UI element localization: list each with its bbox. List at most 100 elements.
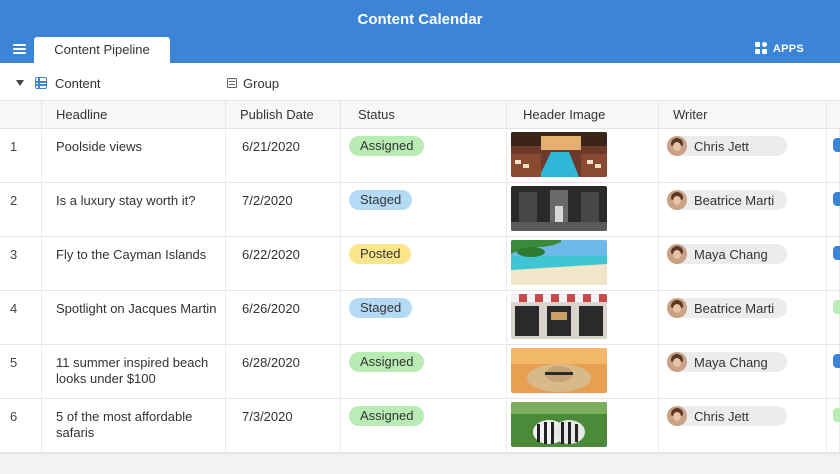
writer-chip[interactable]: Beatrice Marti — [667, 298, 787, 318]
overflow-badge — [833, 408, 840, 422]
status-cell[interactable]: Assigned — [341, 129, 507, 183]
avatar — [667, 298, 687, 318]
row-number: 6 — [0, 399, 42, 453]
headline-cell[interactable]: Is a luxury stay worth it? — [42, 183, 226, 237]
avatar — [667, 190, 687, 210]
status-cell[interactable]: Posted — [341, 237, 507, 291]
headline-cell[interactable]: 11 summer inspired beach looks under $10… — [42, 345, 226, 399]
overflow-cell — [827, 345, 840, 399]
row-number: 1 — [0, 129, 42, 183]
status-badge[interactable]: Assigned — [349, 352, 425, 372]
writer-cell[interactable]: Maya Chang — [659, 345, 827, 399]
writer-name: Beatrice Marti — [694, 300, 775, 316]
pool-image[interactable] — [511, 132, 607, 177]
table-row[interactable]: 2 Is a luxury stay worth it? 7/2/2020 Stage… — [0, 183, 840, 237]
writer-name: Chris Jett — [694, 138, 749, 154]
overflow-badge — [833, 300, 840, 314]
status-cell[interactable]: Assigned — [341, 345, 507, 399]
caret-down-icon[interactable] — [16, 80, 24, 86]
overflow-cell — [827, 129, 840, 183]
hotel-lobby-image[interactable] — [511, 186, 607, 231]
writer-cell[interactable]: Maya Chang — [659, 237, 827, 291]
tab-content-pipeline[interactable]: Content Pipeline — [34, 37, 170, 63]
zebras-image[interactable] — [511, 402, 607, 447]
beach-image[interactable] — [511, 240, 607, 285]
writer-cell[interactable]: Beatrice Marti — [659, 291, 827, 345]
table-row[interactable]: 5 11 summer inspired beach looks under $1… — [0, 345, 840, 399]
status-badge[interactable]: Assigned — [349, 136, 425, 156]
writer-cell[interactable]: Chris Jett — [659, 399, 827, 453]
writer-name: Maya Chang — [694, 246, 768, 262]
status-cell[interactable]: Staged — [341, 291, 507, 345]
overflow-badge — [833, 354, 840, 368]
publish-date-cell[interactable]: 6/26/2020 — [226, 291, 341, 345]
writer-chip[interactable]: Maya Chang — [667, 244, 787, 264]
avatar — [667, 352, 687, 372]
group-icon — [227, 78, 237, 88]
row-number: 5 — [0, 345, 42, 399]
headline-cell[interactable]: Spotlight on Jacques Martin — [42, 291, 226, 345]
grid-view-icon — [35, 77, 47, 89]
header-image-cell[interactable] — [507, 237, 659, 291]
header-image-cell[interactable] — [507, 345, 659, 399]
view-selector[interactable]: Content — [55, 76, 101, 91]
row-number: 4 — [0, 291, 42, 345]
overflow-cell — [827, 183, 840, 237]
headline-cell[interactable]: Poolside views — [42, 129, 226, 183]
headline-cell[interactable]: 5 of the most affordable safaris — [42, 399, 226, 453]
table-row[interactable]: 4 Spotlight on Jacques Martin 6/26/2020 Sta… — [0, 291, 840, 345]
row-number: 3 — [0, 237, 42, 291]
menu-icon[interactable] — [13, 44, 26, 54]
view-bar: Content Group — [0, 63, 840, 101]
table-row[interactable]: 65 of the most affordable safaris 7/3/202… — [0, 399, 840, 453]
top-bar: Content Calendar Content Pipeline APPS — [0, 0, 840, 63]
writer-chip[interactable]: Maya Chang — [667, 352, 787, 372]
overflow-cell — [827, 291, 840, 345]
publish-date-cell[interactable]: 6/21/2020 — [226, 129, 341, 183]
status-badge[interactable]: Posted — [349, 244, 412, 264]
table-header: Headline Publish Date Status Header Imag… — [0, 101, 840, 129]
column-header-writer[interactable]: Writer — [659, 101, 827, 129]
column-header-publish-date[interactable]: Publish Date — [226, 101, 341, 129]
publish-date-cell[interactable]: 7/2/2020 — [226, 183, 341, 237]
status-badge[interactable]: Staged — [349, 298, 413, 318]
group-button[interactable]: Group — [243, 76, 279, 91]
overflow-badge — [833, 246, 840, 260]
header-image-cell[interactable] — [507, 129, 659, 183]
publish-date-cell[interactable]: 6/28/2020 — [226, 345, 341, 399]
writer-cell[interactable]: Beatrice Marti — [659, 183, 827, 237]
status-cell[interactable]: Staged — [341, 183, 507, 237]
status-cell[interactable]: Assigned — [341, 399, 507, 453]
column-header-header-image[interactable]: Header Image — [507, 101, 659, 129]
writer-chip[interactable]: Chris Jett — [667, 406, 787, 426]
table-row[interactable]: 3 Fly to the Cayman Islands 6/22/2020 Poste… — [0, 237, 840, 291]
column-header-rownum — [0, 101, 42, 129]
publish-date-cell[interactable]: 7/3/2020 — [226, 399, 341, 453]
app-title: Content Calendar — [357, 11, 483, 28]
writer-name: Beatrice Marti — [694, 192, 775, 208]
storefront-image[interactable] — [511, 294, 607, 339]
writer-cell[interactable]: Chris Jett — [659, 129, 827, 183]
writer-chip[interactable]: Chris Jett — [667, 136, 787, 156]
header-image-cell[interactable] — [507, 399, 659, 453]
writer-name: Chris Jett — [694, 408, 749, 424]
writer-chip[interactable]: Beatrice Marti — [667, 190, 787, 210]
column-header-headline[interactable]: Headline — [42, 101, 226, 129]
overflow-badge — [833, 192, 840, 206]
publish-date-cell[interactable]: 6/22/2020 — [226, 237, 341, 291]
table-row[interactable]: 1 Poolside views 6/21/2020 Assigned Chris Je… — [0, 129, 840, 183]
apps-button[interactable]: APPS — [754, 42, 804, 55]
avatar — [667, 136, 687, 156]
avatar — [667, 244, 687, 264]
writer-name: Maya Chang — [694, 354, 768, 370]
sunhat-image[interactable] — [511, 348, 607, 393]
column-header-status[interactable]: Status — [341, 101, 507, 129]
overflow-badge — [833, 138, 840, 152]
header-image-cell[interactable] — [507, 183, 659, 237]
headline-cell[interactable]: Fly to the Cayman Islands — [42, 237, 226, 291]
header-image-cell[interactable] — [507, 291, 659, 345]
status-badge[interactable]: Assigned — [349, 406, 425, 426]
apps-icon — [754, 42, 768, 55]
footer-bar — [0, 453, 840, 474]
status-badge[interactable]: Staged — [349, 190, 413, 210]
